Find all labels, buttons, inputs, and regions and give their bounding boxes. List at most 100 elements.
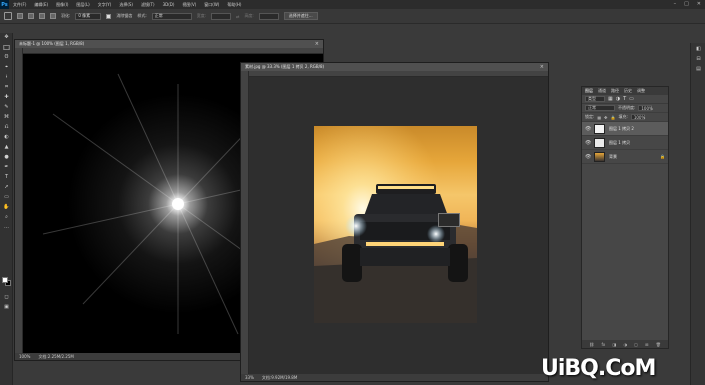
brush-tool-icon[interactable]: ✎	[3, 105, 10, 110]
move-tool-icon[interactable]: ✥	[3, 35, 10, 40]
layer-name[interactable]: 背景	[609, 154, 617, 160]
antialias-checkbox[interactable]	[106, 13, 112, 19]
properties-panel-icon[interactable]: ⊟	[695, 57, 702, 62]
height-label: 高度:	[244, 13, 254, 18]
menu-help[interactable]: 帮助(H)	[223, 2, 245, 8]
menu-select[interactable]: 选择(S)	[115, 2, 137, 8]
layer-row[interactable]: 👁 图层 1 拷贝 2	[582, 122, 668, 136]
layer-filter-select[interactable]: 类型	[585, 96, 605, 102]
screen-mode-icon[interactable]: ▣	[3, 305, 10, 310]
menu-image[interactable]: 图像(I)	[52, 2, 72, 8]
lock-position-icon[interactable]: ✥	[604, 115, 607, 120]
path-selection-tool-icon[interactable]: ➚	[3, 185, 10, 190]
foreground-color-swatch[interactable]	[2, 277, 8, 283]
layer-row[interactable]: 👁 图层 1 拷贝	[582, 136, 668, 150]
menu-file[interactable]: 文件(F)	[9, 2, 30, 8]
close-document-icon[interactable]: ×	[315, 41, 319, 47]
zoom-level[interactable]: 100%	[19, 354, 30, 359]
filter-pixel-icon[interactable]: ▦	[608, 96, 613, 102]
layer-name[interactable]: 图层 1 拷贝 2	[609, 126, 634, 132]
add-mask-icon[interactable]: ◨	[612, 342, 616, 347]
crop-tool-icon[interactable]: ⟊	[3, 75, 10, 80]
swap-icon[interactable]: ⇄	[236, 14, 239, 19]
new-selection-icon[interactable]	[17, 13, 23, 19]
menu-filter[interactable]: 滤镜(T)	[137, 2, 159, 8]
add-selection-icon[interactable]	[28, 13, 34, 19]
options-bar: 羽化: 0 像素 消除锯齿 样式: 正常 宽度: ⇄ 高度: 选择并遮住...	[0, 9, 705, 24]
frame-tool-icon[interactable]: ⌗	[3, 85, 10, 90]
document-window-photo[interactable]: 素材.jpg @ 33.3% (图层 1 拷贝 2, RGB/8) × 33% …	[240, 62, 549, 382]
visibility-eye-icon[interactable]: 👁	[585, 126, 591, 132]
document-tab-photo[interactable]: 素材.jpg @ 33.3% (图层 1 拷贝 2, RGB/8) ×	[241, 63, 548, 71]
tab-paths[interactable]: 路径	[611, 88, 619, 94]
layer-style-icon[interactable]: fx	[601, 342, 605, 347]
quick-mask-icon[interactable]: ◻	[3, 295, 10, 300]
quick-select-tool-icon[interactable]: ⌖	[3, 65, 10, 70]
layer-row[interactable]: 👁 背景 🔒	[582, 150, 668, 164]
blend-row: 正常 不透明度: 100%	[582, 104, 668, 113]
lock-pixels-icon[interactable]: ▦	[597, 115, 601, 120]
pen-tool-icon[interactable]: ✒	[3, 165, 10, 170]
close-document-icon[interactable]: ×	[540, 64, 544, 70]
menu-window[interactable]: 窗口(W)	[200, 2, 223, 8]
filter-type-icon[interactable]: T	[623, 96, 626, 102]
tab-adjustments[interactable]: 调整	[637, 88, 645, 94]
dodge-tool-icon[interactable]: ●	[3, 155, 10, 160]
document-tab-flare[interactable]: 未标题-1 @ 100% (图层 1, RGB/8) ×	[15, 40, 323, 48]
width-input[interactable]	[211, 12, 232, 20]
rectangle-tool-icon[interactable]: ▭	[3, 195, 10, 200]
minimize-icon[interactable]: –	[674, 1, 677, 7]
select-and-mask-button[interactable]: 选择并遮住...	[283, 12, 318, 20]
tab-history[interactable]: 历史	[624, 88, 632, 94]
libraries-panel-icon[interactable]: ▤	[695, 67, 702, 72]
feather-input[interactable]: 0 像素	[75, 12, 102, 20]
lasso-tool-icon[interactable]: ʘ	[3, 55, 10, 60]
filter-adjust-icon[interactable]: ◑	[616, 96, 620, 102]
menu-view[interactable]: 视图(V)	[178, 2, 200, 8]
zoom-level[interactable]: 33%	[245, 375, 254, 380]
fill-label: 填充:	[618, 114, 628, 119]
maximize-icon[interactable]: □	[684, 1, 689, 7]
tab-channels[interactable]: 通道	[598, 88, 606, 94]
visibility-eye-icon[interactable]: 👁	[585, 154, 591, 160]
photo-canvas[interactable]	[249, 77, 548, 374]
subtract-selection-icon[interactable]	[39, 13, 45, 19]
menu-edit[interactable]: 编辑(E)	[30, 2, 52, 8]
gradient-tool-icon[interactable]: ▲	[3, 145, 10, 150]
healing-brush-tool-icon[interactable]: ✚	[3, 95, 10, 100]
layer-thumbnail	[594, 151, 605, 162]
visibility-eye-icon[interactable]: 👁	[585, 140, 591, 146]
blend-mode-select[interactable]: 正常	[585, 105, 615, 111]
menu-layer[interactable]: 图层(L)	[72, 2, 93, 8]
fill-input[interactable]: 100%	[630, 114, 645, 120]
marquee-preset-icon[interactable]	[4, 12, 12, 20]
layer-lock-icon: 🔒	[660, 154, 665, 159]
new-layer-icon[interactable]: ⊞	[645, 342, 648, 347]
height-input[interactable]	[258, 12, 279, 20]
close-window-icon[interactable]: ✕	[697, 1, 701, 7]
marquee-tool-icon[interactable]: ⬚	[3, 45, 10, 51]
zoom-tool-icon[interactable]: ⌕	[3, 215, 10, 220]
filter-shape-icon[interactable]: ▭	[629, 96, 634, 102]
hand-tool-icon[interactable]: ✋	[3, 205, 10, 210]
lock-all-icon[interactable]: 🔒	[611, 115, 616, 120]
layer-name[interactable]: 图层 1 拷贝	[609, 140, 630, 146]
clone-stamp-tool-icon[interactable]: ⌘	[3, 115, 10, 120]
history-brush-tool-icon[interactable]: ⎌	[3, 125, 10, 130]
opacity-input[interactable]: 100%	[638, 105, 653, 111]
width-label: 宽度:	[196, 13, 207, 18]
delete-layer-icon[interactable]: 🗑	[656, 342, 661, 347]
layer-filter-row: 类型 ▦ ◑ T ▭	[582, 95, 668, 104]
menu-3d[interactable]: 3D(D)	[159, 2, 179, 7]
adjustment-layer-icon[interactable]: ◑	[623, 342, 627, 347]
color-panel-icon[interactable]: ◧	[695, 47, 702, 52]
type-tool-icon[interactable]: T	[3, 175, 10, 180]
new-group-icon[interactable]: ▢	[634, 342, 638, 347]
eraser-tool-icon[interactable]: ◐	[3, 135, 10, 140]
more-tools-icon[interactable]: …	[3, 225, 10, 230]
link-layers-icon[interactable]: ⛓	[589, 342, 594, 347]
intersect-selection-icon[interactable]	[50, 13, 56, 19]
menu-type[interactable]: 文字(Y)	[94, 2, 116, 8]
tab-layers[interactable]: 图层	[585, 88, 593, 94]
style-select[interactable]: 正常	[151, 12, 192, 20]
